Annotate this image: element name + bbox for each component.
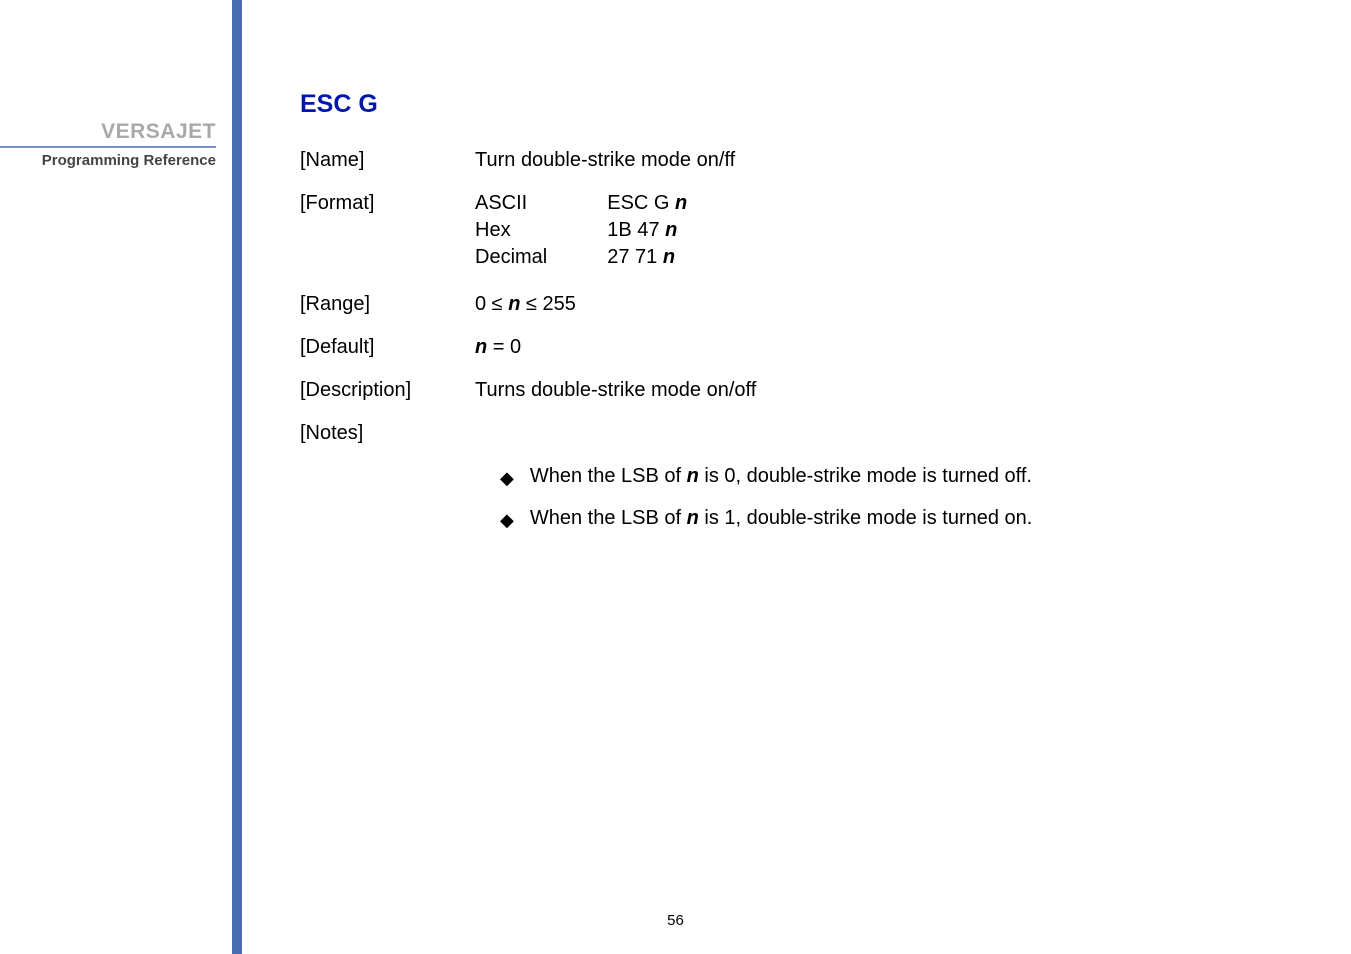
note-suffix: is 0, double-strike mode is turned off. (699, 465, 1032, 487)
note-text: When the LSB of n is 1, double-strike mo… (530, 507, 1033, 530)
default-suffix: = 0 (487, 336, 521, 358)
main-content: ESC G [Name] Turn double-strike mode on/… (300, 90, 1200, 549)
sidebar-subtitle: Programming Reference (0, 152, 216, 169)
default-label: [Default] (300, 336, 475, 359)
notes-list: ◆ When the LSB of n is 0, double-strike … (500, 465, 1200, 533)
name-row: [Name] Turn double-strike mode on/ff (300, 149, 1200, 172)
note-suffix: is 1, double-strike mode is turned on. (699, 507, 1033, 529)
format-hex-prefix: 1B 47 (607, 219, 665, 241)
format-row: [Format] ASCII ESC G n Hex 1B 47 n (300, 192, 1200, 273)
default-value: n = 0 (475, 336, 1200, 359)
format-ascii-prefix: ESC G (607, 192, 675, 214)
format-label: [Format] (300, 192, 475, 273)
notes-label: [Notes] (300, 422, 475, 445)
range-label: [Range] (300, 293, 475, 316)
format-ascii-row: ASCII ESC G n (475, 192, 747, 219)
format-value: ASCII ESC G n Hex 1B 47 n Decimal (475, 192, 1200, 273)
range-row: [Range] 0 ≤ n ≤ 255 (300, 293, 1200, 316)
description-row: [Description] Turns double-strike mode o… (300, 379, 1200, 402)
format-decimal-row: Decimal 27 71 n (475, 246, 747, 273)
note-param: n (687, 507, 699, 529)
range-value: 0 ≤ n ≤ 255 (475, 293, 1200, 316)
format-ascii-param: n (675, 192, 687, 214)
format-hex-row: Hex 1B 47 n (475, 219, 747, 246)
format-hex-param: n (665, 219, 677, 241)
command-title: ESC G (300, 90, 1200, 119)
format-hex-value: 1B 47 n (607, 219, 747, 246)
format-decimal-value: 27 71 n (607, 246, 747, 273)
note-prefix: When the LSB of (530, 465, 687, 487)
range-prefix: 0 ≤ (475, 293, 508, 315)
format-ascii-label: ASCII (475, 192, 607, 219)
vertical-divider-bar (232, 0, 242, 954)
notes-row: [Notes] (300, 422, 1200, 445)
range-param: n (508, 293, 520, 315)
description-label: [Description] (300, 379, 475, 402)
format-hex-label: Hex (475, 219, 607, 246)
name-label: [Name] (300, 149, 475, 172)
note-param: n (687, 465, 699, 487)
sidebar: VERSAJET Programming Reference (0, 120, 228, 169)
note-item: ◆ When the LSB of n is 1, double-strike … (500, 507, 1200, 533)
diamond-bullet-icon: ◆ (500, 507, 514, 533)
format-decimal-param: n (663, 246, 675, 268)
description-value: Turns double-strike mode on/off (475, 379, 1200, 402)
format-decimal-prefix: 27 71 (607, 246, 663, 268)
brand-title: VERSAJET (0, 120, 216, 148)
notes-value (475, 422, 1200, 445)
range-suffix: ≤ 255 (520, 293, 575, 315)
default-param: n (475, 336, 487, 358)
page-container: VERSAJET Programming Reference ESC G [Na… (0, 0, 1351, 954)
format-ascii-value: ESC G n (607, 192, 747, 219)
format-table: ASCII ESC G n Hex 1B 47 n Decimal (475, 192, 747, 273)
diamond-bullet-icon: ◆ (500, 465, 514, 491)
format-decimal-label: Decimal (475, 246, 607, 273)
note-prefix: When the LSB of (530, 507, 687, 529)
page-number: 56 (0, 912, 1351, 929)
default-row: [Default] n = 0 (300, 336, 1200, 359)
name-value: Turn double-strike mode on/ff (475, 149, 1200, 172)
note-item: ◆ When the LSB of n is 0, double-strike … (500, 465, 1200, 491)
note-text: When the LSB of n is 0, double-strike mo… (530, 465, 1032, 488)
